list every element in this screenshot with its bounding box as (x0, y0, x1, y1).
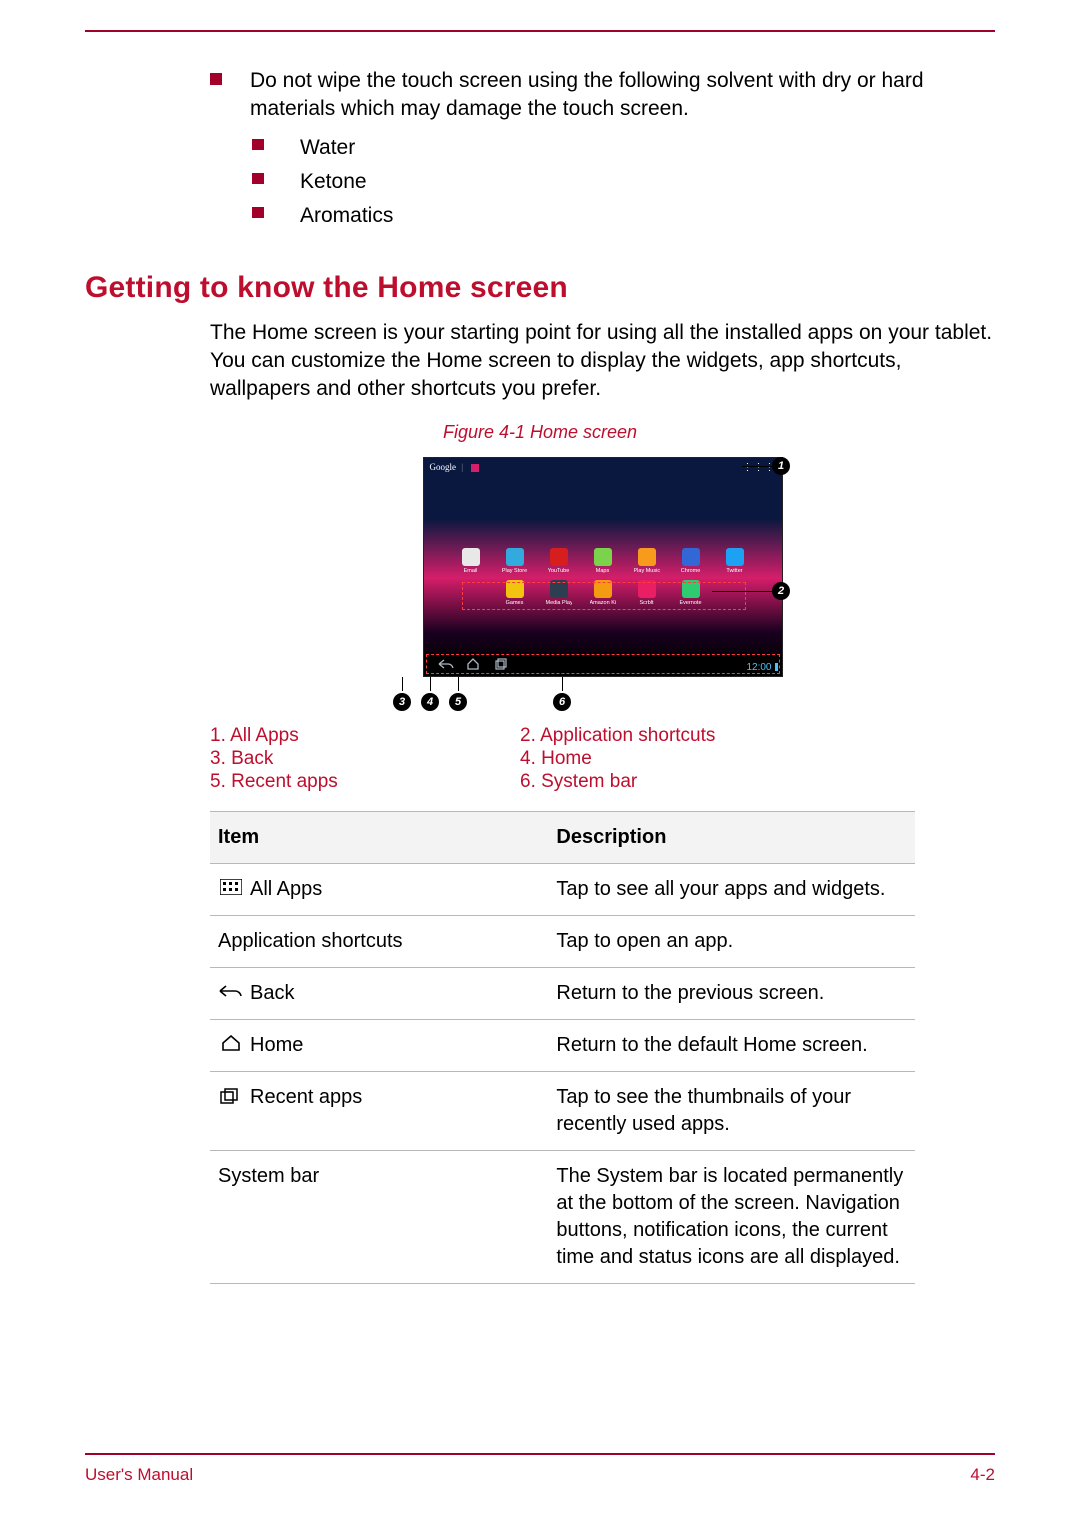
figure-wrap: Google | ⋮⋮⋮ Email Play Store YouTube Maps P… (210, 457, 995, 707)
item-cell: Application shortcuts (210, 915, 548, 967)
app-shortcut: Twitter (722, 548, 748, 574)
item-description-table: Item Description All Apps Tap to see all … (210, 811, 915, 1285)
table-row: System bar The System bar is located perm… (210, 1151, 915, 1284)
callout-line (712, 591, 772, 592)
home-icon (220, 1035, 242, 1051)
home-screen-screenshot: Google | ⋮⋮⋮ Email Play Store YouTube Maps P… (423, 457, 783, 677)
sub-bullet-text: Ketone (300, 168, 367, 196)
app-shortcut: Games (502, 580, 528, 606)
description-cell: Tap to see all your apps and widgets. (548, 863, 915, 915)
callout-badge-2: 2 (772, 582, 790, 600)
legend-item: 3. Back (210, 748, 510, 770)
app-shortcut: Chrome (678, 548, 704, 574)
description-cell: Tap to see the thumbnails of your recent… (548, 1072, 915, 1151)
home-icon (466, 658, 480, 673)
table-row: All Apps Tap to see all your apps and wid… (210, 863, 915, 915)
callout-badge-4: 4 (421, 693, 439, 711)
description-cell: Tap to open an app. (548, 915, 915, 967)
section-intro: The Home screen is your starting point f… (210, 319, 995, 404)
recent-apps-icon (219, 1088, 243, 1104)
battery-icon (775, 663, 778, 671)
legend-item: 5. Recent apps (210, 771, 510, 793)
callout-legend: 1. All Apps 2. Application shortcuts 3. … (210, 725, 995, 793)
callout-badge-3: 3 (393, 693, 411, 711)
back-icon (438, 658, 454, 673)
app-shortcut: Play Music (634, 548, 660, 574)
top-bullet-text: Do not wipe the touch screen using the f… (250, 67, 995, 124)
sub-bullet-text: Aromatics (300, 202, 393, 230)
app-shortcut: Evernote (678, 580, 704, 606)
legend-item: 1. All Apps (210, 725, 510, 747)
search-label: Google (430, 462, 457, 472)
back-icon (219, 983, 243, 999)
callout-line (742, 466, 772, 467)
callout-tick (402, 677, 403, 691)
search-bar: Google | (430, 462, 480, 472)
item-label: All Apps (250, 878, 322, 900)
description-cell: The System bar is located permanently at… (548, 1151, 915, 1284)
bullet-icon (252, 139, 264, 150)
item-cell: All Apps (210, 863, 548, 915)
item-cell: Recent apps (210, 1072, 548, 1151)
app-shortcut: Maps (590, 548, 616, 574)
legend-item: 6. System bar (520, 771, 820, 793)
header-rule (85, 30, 995, 32)
item-label: Home (250, 1034, 303, 1056)
footer-left: User's Manual (85, 1465, 193, 1485)
table-header-item: Item (210, 811, 548, 863)
app-shortcut: YouTube (546, 548, 572, 574)
table-row: Application shortcuts Tap to open an app. (210, 915, 915, 967)
callout-tick (458, 677, 459, 691)
callout-badge-6: 6 (553, 693, 571, 711)
clock-text: 12:00 (746, 662, 771, 673)
all-apps-icon (220, 879, 242, 895)
item-cell: System bar (210, 1151, 548, 1284)
top-bullet-block: Do not wipe the touch screen using the f… (210, 67, 995, 231)
app-shortcut: Play Store (502, 548, 528, 574)
description-cell: Return to the previous screen. (548, 967, 915, 1019)
item-cell: Back (210, 967, 548, 1019)
item-label: Recent apps (250, 1086, 362, 1108)
app-shortcut: Amazon Kindle (590, 580, 616, 606)
callout-badge-1: 1 (772, 457, 790, 475)
page-footer: User's Manual 4-2 (85, 1453, 995, 1485)
footer-right: 4-2 (970, 1465, 995, 1485)
callout-tick (430, 677, 431, 691)
item-label: Application shortcuts (218, 930, 403, 952)
table-row: Back Return to the previous screen. (210, 967, 915, 1019)
app-shortcut-grid: Email Play Store YouTube Maps Play Music Chro… (424, 548, 782, 606)
all-apps-icon: ⋮⋮⋮ (743, 462, 776, 473)
table-row: Home Return to the default Home screen. (210, 1020, 915, 1072)
callout-badge-5: 5 (449, 693, 467, 711)
section-heading: Getting to know the Home screen (85, 271, 995, 305)
legend-item: 2. Application shortcuts (520, 725, 820, 747)
callout-tick (562, 677, 563, 691)
table-row: Recent apps Tap to see the thumbnails of … (210, 1072, 915, 1151)
item-cell: Home (210, 1020, 548, 1072)
app-shortcut: Media Player (546, 580, 572, 606)
bullet-icon (252, 173, 264, 184)
item-label: System bar (218, 1165, 319, 1187)
legend-item: 4. Home (520, 748, 820, 770)
figure-caption: Figure 4-1 Home screen (85, 422, 995, 443)
recent-apps-icon (494, 658, 508, 673)
mic-icon (471, 464, 479, 472)
bullet-icon (252, 207, 264, 218)
table-header-description: Description (548, 811, 915, 863)
bullet-icon (210, 73, 222, 85)
item-label: Back (250, 982, 294, 1004)
app-shortcut: Scrblt (634, 580, 660, 606)
app-shortcut: Email (458, 548, 484, 574)
description-cell: Return to the default Home screen. (548, 1020, 915, 1072)
sub-bullet-text: Water (300, 134, 355, 162)
